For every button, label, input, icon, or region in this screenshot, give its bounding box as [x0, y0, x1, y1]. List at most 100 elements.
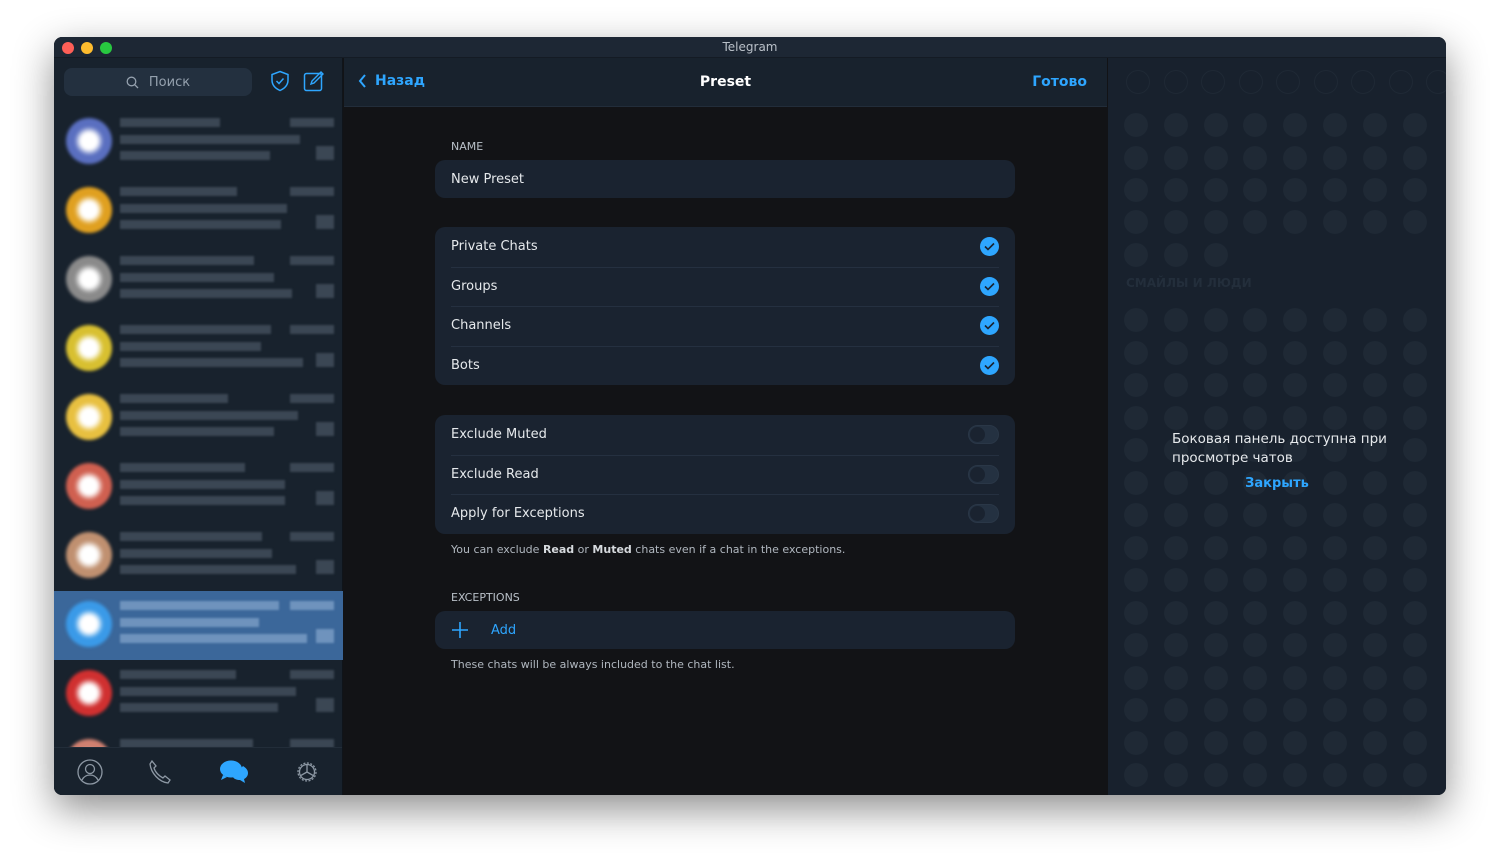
toggle-switch[interactable]	[968, 504, 999, 524]
chat-list-item[interactable]	[54, 315, 343, 384]
emoji	[1283, 731, 1308, 755]
avatar	[66, 187, 112, 233]
preset-editor: Назад Preset Готово NAME New Preset Priv…	[344, 58, 1107, 795]
emoji	[1243, 406, 1268, 430]
row-label: Exclude Read	[451, 466, 539, 482]
exceptions-label: EXCEPTIONS	[451, 591, 520, 604]
emoji	[1243, 666, 1268, 690]
chat-list-item[interactable]	[54, 453, 343, 522]
exclude-note: You can exclude Read or Muted chats even…	[451, 543, 846, 556]
compose-icon[interactable]	[303, 70, 325, 92]
emoji	[1124, 438, 1148, 462]
emoji-category-icon	[1388, 70, 1413, 94]
emoji	[1362, 113, 1387, 137]
tab-contacts[interactable]	[76, 758, 103, 785]
row-label: Groups	[451, 278, 498, 294]
emoji	[1203, 503, 1228, 527]
emoji	[1283, 503, 1308, 527]
emoji	[1402, 666, 1427, 690]
emoji	[1203, 698, 1228, 722]
avatar	[66, 670, 112, 716]
emoji	[1203, 633, 1228, 657]
emoji	[1124, 243, 1148, 267]
emoji	[1362, 373, 1387, 397]
telegram-window: Telegram Поиск Назад Preset Готово NAME …	[54, 37, 1446, 795]
emoji	[1163, 178, 1188, 202]
include-row-groups[interactable]: Groups	[435, 266, 1015, 307]
emoji	[1124, 406, 1148, 430]
row-label: Private Chats	[451, 239, 538, 255]
window-title: Telegram	[722, 40, 778, 54]
checkmark-icon[interactable]	[980, 237, 999, 257]
emoji	[1323, 178, 1347, 202]
emoji	[1203, 666, 1228, 690]
add-exception-button[interactable]: Add	[435, 611, 1015, 649]
include-row-bots[interactable]: Bots	[435, 345, 1015, 386]
emoji-side-panel: СМАЙЛЫ И ЛЮДИ Боковая панель доступна пр…	[1108, 58, 1446, 795]
emoji	[1283, 698, 1308, 722]
avatar	[66, 325, 112, 371]
emoji-category-icon	[1238, 70, 1263, 94]
emoji	[1323, 763, 1347, 787]
sidebar: Поиск	[54, 58, 343, 795]
chat-list-item[interactable]	[54, 660, 343, 729]
search-input[interactable]: Поиск	[64, 68, 252, 96]
emoji	[1124, 146, 1148, 170]
emoji	[1362, 503, 1387, 527]
tab-chats[interactable]	[219, 759, 249, 785]
emoji	[1163, 568, 1188, 592]
emoji	[1163, 373, 1188, 397]
tab-calls[interactable]	[148, 759, 174, 785]
checkmark-icon[interactable]	[980, 355, 999, 375]
emoji	[1243, 503, 1268, 527]
emoji	[1402, 146, 1427, 170]
emoji	[1283, 568, 1308, 592]
exclude-row-exclude-read: Exclude Read	[435, 454, 1015, 495]
emoji	[1243, 568, 1268, 592]
preset-name-input[interactable]: New Preset	[451, 172, 524, 187]
page-title: Preset	[699, 74, 752, 90]
emoji	[1243, 763, 1268, 787]
chat-list-item[interactable]	[54, 384, 343, 453]
checkmark-icon[interactable]	[980, 316, 999, 336]
emoji	[1283, 536, 1308, 560]
emoji	[1203, 731, 1228, 755]
toggle-switch[interactable]	[968, 464, 999, 484]
include-row-private-chats[interactable]: Private Chats	[435, 227, 1015, 267]
emoji	[1323, 633, 1347, 657]
emoji	[1163, 763, 1188, 787]
shield-check-icon[interactable]	[270, 70, 290, 92]
emoji	[1402, 601, 1427, 625]
title-bar: Telegram	[54, 37, 1446, 58]
plus-icon	[452, 622, 468, 638]
checkmark-icon[interactable]	[980, 276, 999, 296]
include-types-card: Private Chats Groups Channels Bots	[435, 227, 1015, 385]
emoji	[1124, 373, 1148, 397]
emoji	[1203, 146, 1228, 170]
emoji	[1323, 146, 1347, 170]
emoji-category-icon	[1276, 70, 1300, 94]
emoji	[1283, 601, 1308, 625]
toggle-switch[interactable]	[968, 425, 999, 445]
emoji	[1124, 763, 1148, 787]
emoji	[1402, 698, 1427, 722]
emoji	[1163, 601, 1188, 625]
done-button[interactable]: Готово	[1032, 74, 1087, 90]
chat-list-item[interactable]	[54, 108, 343, 177]
emoji	[1124, 308, 1148, 332]
tab-settings[interactable]	[294, 759, 320, 785]
emoji	[1362, 178, 1387, 202]
emoji	[1402, 763, 1427, 787]
chat-list-item[interactable]	[54, 591, 343, 660]
chat-list-item[interactable]	[54, 246, 343, 315]
emoji	[1124, 568, 1148, 592]
emoji	[1243, 633, 1268, 657]
close-panel-button[interactable]: Закрыть	[1108, 476, 1446, 491]
chat-list-item[interactable]	[54, 177, 343, 246]
emoji	[1402, 341, 1427, 365]
emoji	[1163, 406, 1188, 430]
emoji	[1402, 438, 1427, 462]
include-row-channels[interactable]: Channels	[435, 306, 1015, 346]
emoji	[1362, 341, 1387, 365]
chat-list-item[interactable]	[54, 522, 343, 591]
